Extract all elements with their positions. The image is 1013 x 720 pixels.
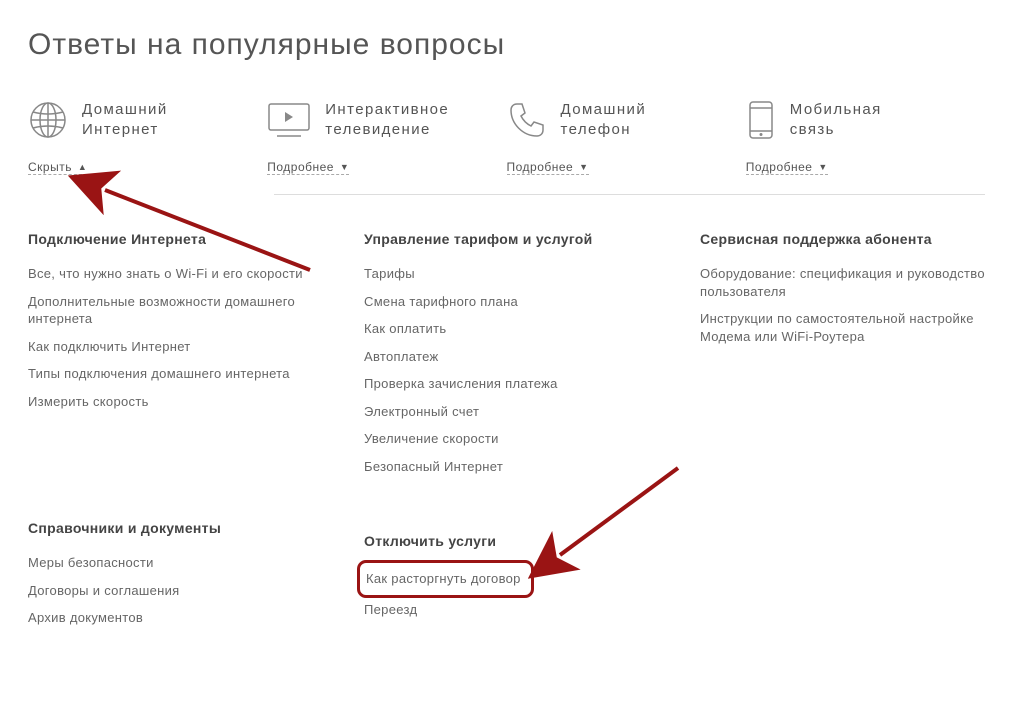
hide-toggle[interactable]: Скрыть ▲	[28, 160, 87, 175]
faq-link-highlighted[interactable]: Как расторгнуть договор	[364, 567, 527, 591]
faq-link[interactable]: Измерить скорость	[28, 393, 328, 411]
category-title: Мобильная связь	[790, 100, 882, 139]
column-3: Сервисная поддержка абонента Оборудовани…	[700, 231, 1000, 667]
faq-link[interactable]: Меры безопасности	[28, 554, 328, 572]
section-heading: Отключить услуги	[364, 533, 664, 549]
category-row: Домашний Интернет Скрыть ▲ И	[28, 100, 985, 176]
column-2: Управление тарифом и услугой Тарифы Смен…	[364, 231, 664, 667]
faq-link[interactable]: Оборудование: спецификация и руководство…	[700, 265, 1000, 300]
faq-link[interactable]: Увеличение скорости	[364, 430, 664, 448]
section-heading: Подключение Интернета	[28, 231, 328, 247]
column-1: Подключение Интернета Все, что нужно зна…	[28, 231, 328, 667]
tv-icon	[267, 100, 311, 145]
faq-link[interactable]: Тарифы	[364, 265, 664, 283]
category-title: Домашний Интернет	[82, 100, 168, 139]
faq-link[interactable]: Дополнительные возможности домашнего инт…	[28, 293, 328, 328]
category-home-phone[interactable]: Домашний телефон Подробнее ▼	[507, 100, 746, 176]
faq-link[interactable]: Электронный счет	[364, 403, 664, 421]
faq-link[interactable]: Инструкции по самостоятельной настройке …	[700, 310, 1000, 345]
faq-link[interactable]: Безопасный Интернет	[364, 458, 664, 476]
faq-link[interactable]: Архив документов	[28, 609, 328, 627]
mobile-icon	[746, 100, 776, 145]
section-heading: Справочники и документы	[28, 520, 328, 536]
category-title: Интерактивное телевидение	[325, 100, 449, 139]
faq-link[interactable]: Переезд	[364, 601, 664, 619]
more-toggle[interactable]: Подробнее ▼	[267, 160, 349, 175]
chevron-down-icon: ▼	[579, 162, 588, 172]
category-home-internet[interactable]: Домашний Интернет Скрыть ▲	[28, 100, 267, 176]
faq-link[interactable]: Как оплатить	[364, 320, 664, 338]
faq-link[interactable]: Типы подключения домашнего интернета	[28, 365, 328, 383]
faq-link[interactable]: Все, что нужно знать о Wi-Fi и его скоро…	[28, 265, 328, 283]
chevron-down-icon: ▼	[340, 162, 349, 172]
category-title: Домашний телефон	[561, 100, 647, 139]
section-heading: Управление тарифом и услугой	[364, 231, 664, 247]
faq-link[interactable]: Автоплатеж	[364, 348, 664, 366]
faq-columns: Подключение Интернета Все, что нужно зна…	[28, 231, 985, 667]
more-toggle[interactable]: Подробнее ▼	[746, 160, 828, 175]
faq-link[interactable]: Смена тарифного плана	[364, 293, 664, 311]
section-heading: Сервисная поддержка абонента	[700, 231, 1000, 247]
category-interactive-tv[interactable]: Интерактивное телевидение Подробнее ▼	[267, 100, 506, 176]
chevron-down-icon: ▼	[818, 162, 827, 172]
chevron-up-icon: ▲	[78, 162, 87, 172]
faq-link[interactable]: Проверка зачисления платежа	[364, 375, 664, 393]
category-mobile[interactable]: Мобильная связь Подробнее ▼	[746, 100, 985, 176]
globe-icon	[28, 100, 68, 145]
divider	[274, 194, 985, 195]
phone-icon	[507, 100, 547, 145]
more-toggle[interactable]: Подробнее ▼	[507, 160, 589, 175]
page-title: Ответы на популярные вопросы	[28, 28, 985, 62]
faq-link[interactable]: Как подключить Интернет	[28, 338, 328, 356]
faq-link[interactable]: Договоры и соглашения	[28, 582, 328, 600]
